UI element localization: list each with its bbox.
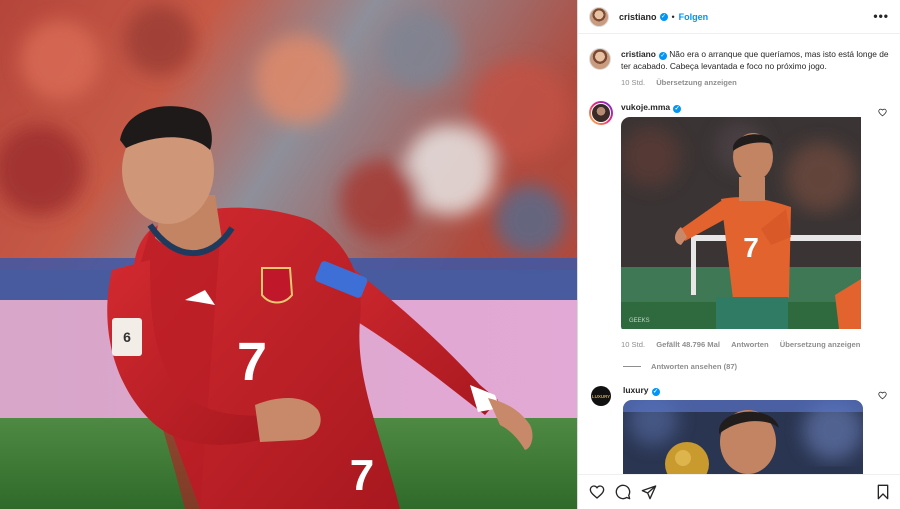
commenter-username[interactable]: vukoje.mma: [621, 102, 670, 112]
caption-time: 10 Std.: [621, 78, 646, 87]
view-replies-label: Antworten ansehen (87): [651, 362, 738, 371]
photo-credit: GEEKS: [629, 318, 650, 324]
post-photo-image: 6 7 7: [0, 0, 577, 509]
instagram-post-viewer: 6 7 7 cristiano ✓ • Folgen ••• cristiano…: [0, 0, 900, 509]
owner-username[interactable]: cristiano: [619, 12, 657, 22]
svg-text:6: 6: [123, 329, 131, 345]
verified-badge-icon: ✓: [673, 105, 682, 113]
comment-meta: 10 Std. Gefällt 48.796 Mal Antworten Übe…: [621, 340, 869, 349]
verified-badge-icon: ✓: [658, 52, 667, 60]
post-details-panel: cristiano ✓ • Folgen ••• cristiano ✓ Não …: [577, 0, 900, 509]
heart-icon[interactable]: [589, 484, 605, 500]
comment-likes[interactable]: Gefällt 48.796 Mal: [656, 340, 720, 349]
caption-username[interactable]: cristiano: [621, 49, 656, 59]
comment-reply-button[interactable]: Antworten: [731, 340, 769, 349]
post-caption: cristiano ✓ Não era o arranque que quería…: [589, 48, 894, 89]
caption-translate-link[interactable]: Übersetzung anzeigen: [656, 78, 737, 87]
post-header: cristiano ✓ • Folgen •••: [578, 0, 900, 34]
follow-button[interactable]: Folgen: [679, 12, 709, 22]
separator-dot: •: [671, 11, 675, 22]
comment-item: LUXURY luxury ✓: [589, 384, 894, 480]
comment-icon[interactable]: [615, 484, 631, 500]
commenter-avatar[interactable]: [589, 101, 613, 125]
comment-image[interactable]: 7 GEEKS: [621, 117, 869, 334]
comment-image-graphic: 7 GEEKS: [621, 117, 861, 329]
post-photo[interactable]: 6 7 7: [0, 0, 577, 509]
comment-item: vukoje.mma ✓ 7 GEEKS 10 Std. Gefällt 48.…: [589, 101, 894, 349]
view-replies-button[interactable]: Antworten ansehen (87): [623, 362, 737, 371]
comment-like-heart-icon[interactable]: [878, 108, 887, 117]
commenter-avatar[interactable]: LUXURY: [591, 386, 611, 406]
comment-like-heart-icon[interactable]: [878, 391, 887, 400]
comment-image[interactable]: [623, 400, 863, 480]
comment-image-jersey-number: 7: [743, 232, 759, 263]
more-options-icon[interactable]: •••: [873, 9, 889, 23]
verified-badge-icon: ✓: [651, 388, 660, 396]
shorts-number: 7: [350, 451, 374, 500]
comment-time: 10 Std.: [621, 340, 646, 349]
post-action-bar: [578, 474, 900, 509]
caption-avatar[interactable]: [589, 48, 611, 70]
comment-translate-link[interactable]: Übersetzung anzeigen: [780, 340, 861, 349]
replies-divider: [623, 366, 641, 367]
caption-meta: 10 Std. Übersetzung anzeigen: [621, 77, 891, 89]
jersey-number: 7: [237, 332, 267, 392]
owner-avatar[interactable]: [589, 6, 609, 27]
verified-badge-icon: ✓: [659, 12, 668, 21]
share-icon[interactable]: [641, 484, 657, 500]
bookmark-icon[interactable]: [876, 484, 890, 500]
comment-image-graphic: [623, 400, 863, 480]
commenter-username[interactable]: luxury: [623, 385, 649, 395]
